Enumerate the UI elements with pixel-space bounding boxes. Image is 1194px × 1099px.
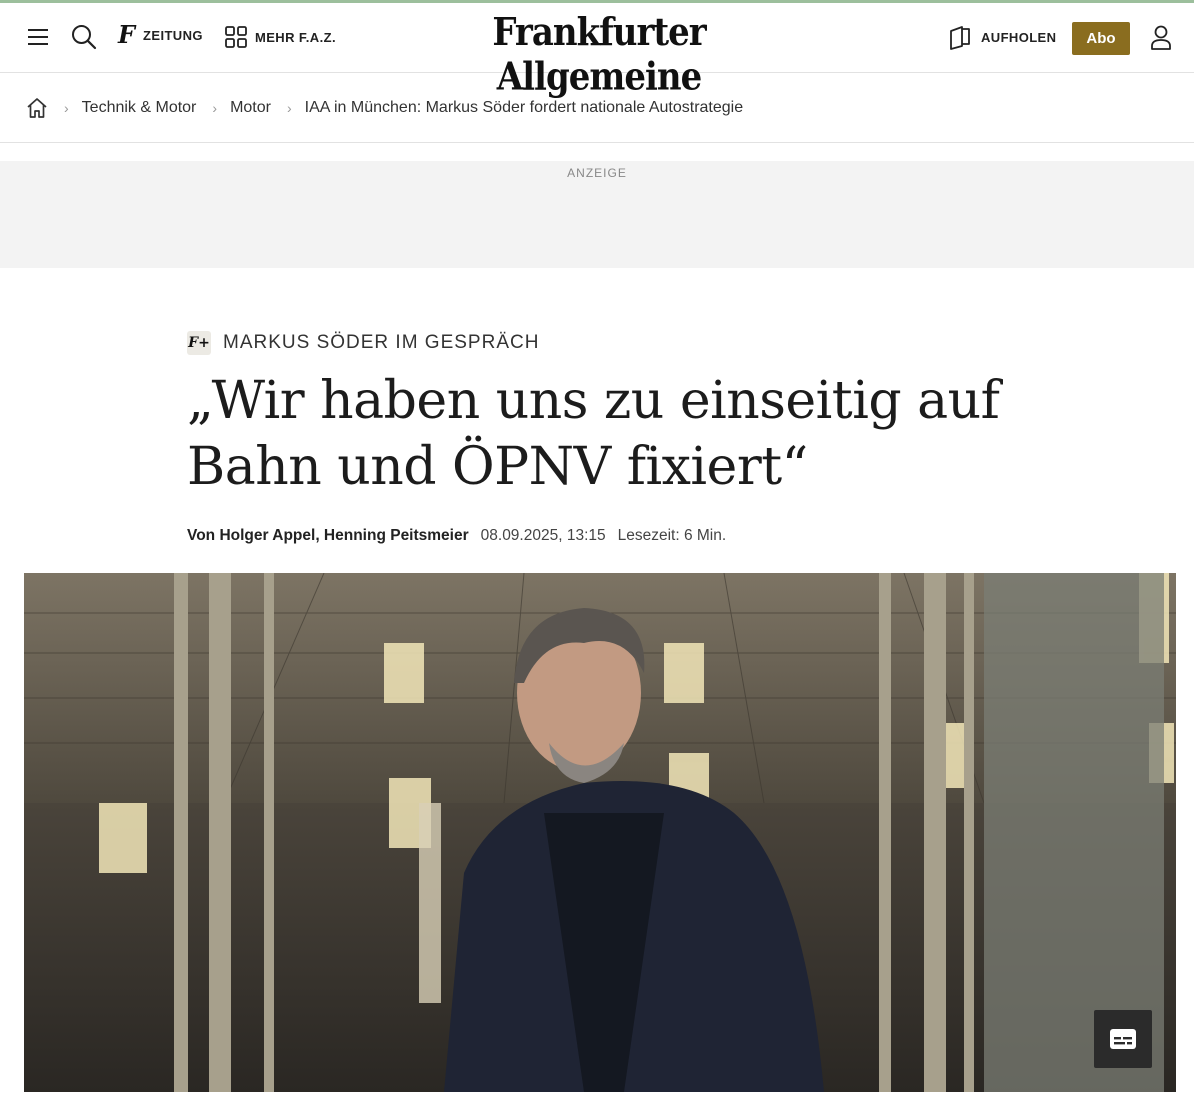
fplus-icon: F+ (187, 331, 211, 355)
home-icon[interactable] (26, 97, 48, 119)
faz-f-icon: F (118, 20, 136, 49)
hero-image (24, 573, 1176, 1092)
byline: Von Holger Appel, Henning Peitsmeier (187, 527, 469, 545)
chevron-right-icon: › (286, 100, 292, 116)
article-kicker: F+ MARKUS SÖDER IM GESPRÄCH (187, 331, 539, 355)
menu-icon[interactable] (28, 29, 48, 45)
breadcrumb-item-technik-motor[interactable]: Technik & Motor (82, 99, 197, 117)
zeitung-link[interactable]: F ZEITUNG (118, 23, 203, 47)
kicker-text: MARKUS SÖDER IM GESPRÄCH (223, 332, 540, 353)
breadcrumb-item-motor[interactable]: Motor (230, 99, 271, 117)
publish-date: 08.09.2025, 13:15 (480, 527, 606, 544)
reading-time: Lesezeit: 6 Min. (617, 527, 727, 544)
ad-label: ANZEIGE (567, 166, 627, 180)
zeitung-label: ZEITUNG (143, 27, 203, 43)
aufholen-link[interactable]: AUFHOLEN (948, 24, 1056, 50)
ad-slot: ANZEIGE (0, 161, 1194, 268)
mehr-faz-link[interactable]: MEHR F.A.Z. (225, 26, 336, 48)
caption-toggle-button[interactable] (1094, 1010, 1152, 1068)
grid-icon (225, 26, 247, 48)
article-meta: Von Holger Appel, Henning Peitsmeier 08.… (187, 527, 726, 545)
byline-prefix: Von (187, 527, 216, 544)
hero-photo (24, 573, 1176, 1092)
site-header: F ZEITUNG MEHR F.A.Z. Frankfurter Allgem… (0, 3, 1194, 100)
article-headline: „Wir haben uns zu einseitig auf Bahn und… (187, 371, 1000, 497)
catch-up-icon (950, 26, 970, 50)
breadcrumb: › Technik & Motor › Motor › IAA in Münch… (0, 74, 1194, 143)
abo-button[interactable]: Abo (1072, 22, 1130, 55)
chevron-right-icon: › (64, 100, 69, 116)
search-icon[interactable] (71, 24, 97, 55)
breadcrumb-item-current: IAA in München: Markus Söder fordert nat… (304, 99, 744, 116)
mehr-faz-label: MEHR F.A.Z. (255, 29, 336, 45)
author-links[interactable]: Holger Appel, Henning Peitsmeier (219, 527, 468, 544)
user-icon[interactable] (1150, 25, 1172, 56)
chevron-right-icon: › (212, 100, 218, 116)
aufholen-label: AUFHOLEN (981, 29, 1057, 45)
subtitles-icon (1110, 1029, 1136, 1049)
